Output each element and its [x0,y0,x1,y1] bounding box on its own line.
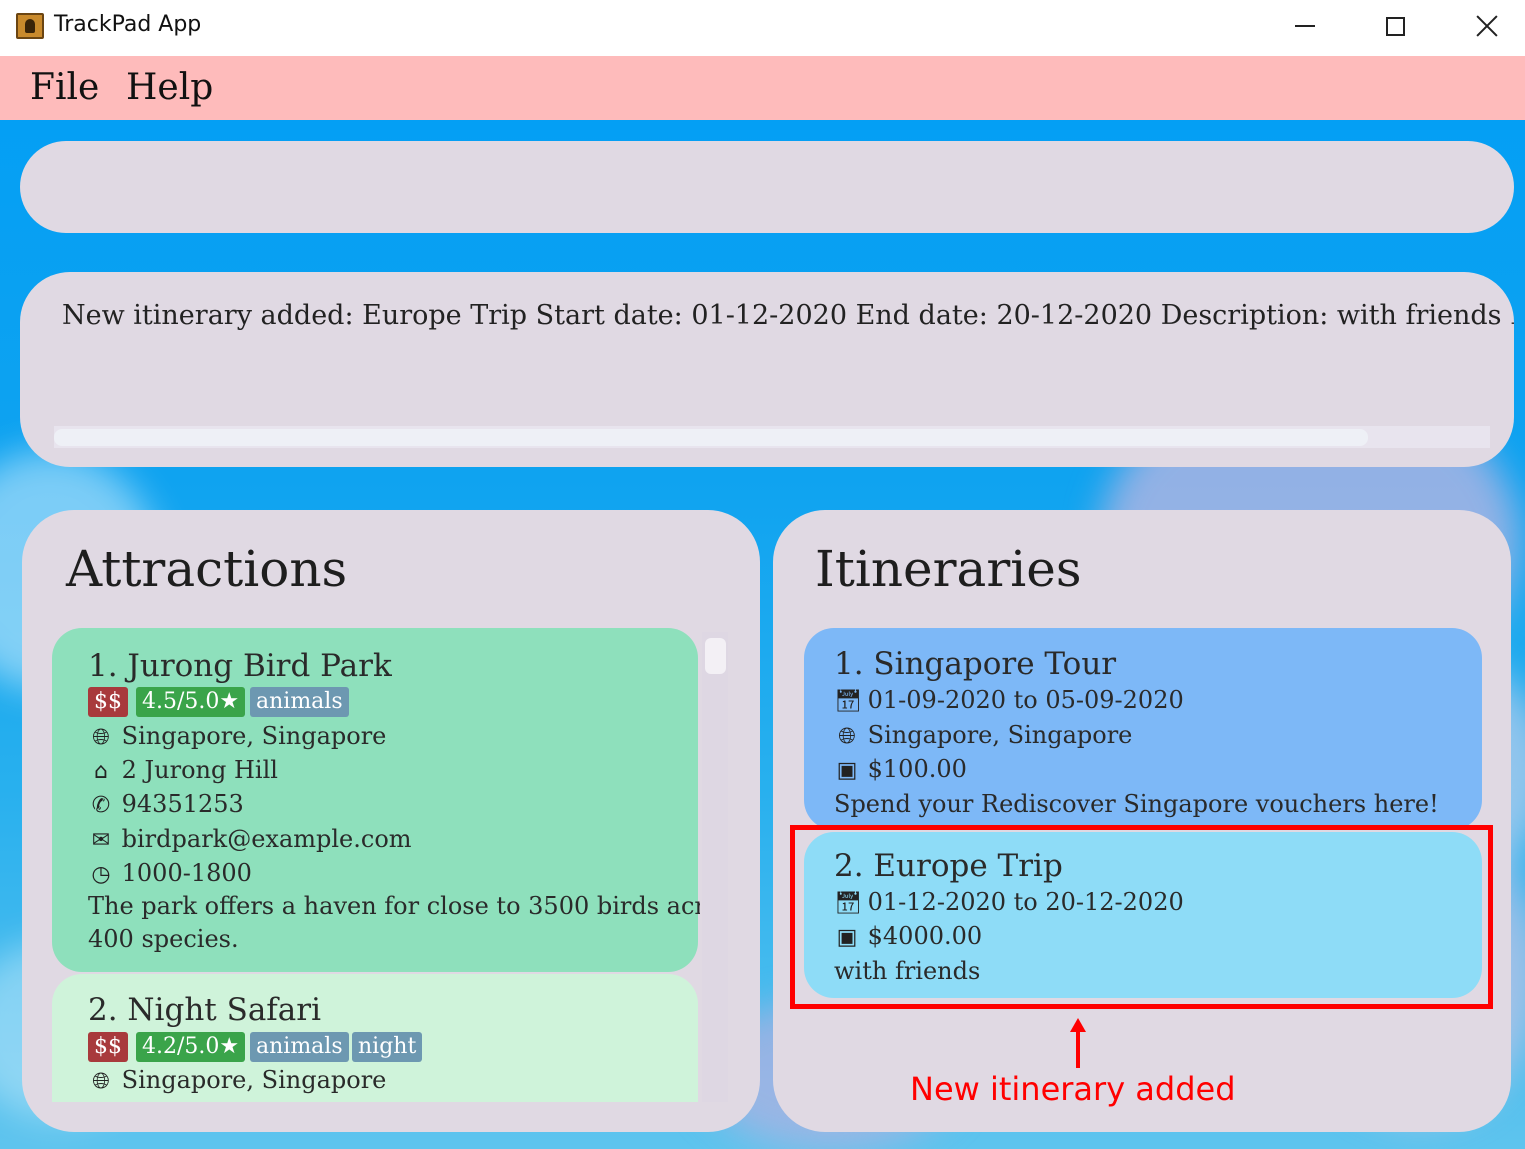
window-title: TrackPad App [54,12,202,37]
itinerary-dates: 📅︎ 01-09-2020 to 05-09-2020 [834,686,1184,714]
itinerary-card[interactable]: 1. Singapore Tour 📅︎ 01-09-2020 to 05-09… [804,628,1482,830]
attraction-phone: ✆ 94351253 [88,790,244,818]
attraction-address: ⌂ 2 Jurong Hill [88,756,278,784]
globe-icon: 🌐︎ [92,1069,110,1094]
annotation-label: New itinerary added [910,1070,1236,1108]
email-icon: ✉ [91,828,111,853]
close-button[interactable] [1457,6,1517,46]
money-icon: ▣ [836,758,858,783]
attraction-email: ✉ birdpark@example.com [88,825,412,853]
category-tag: night [352,1032,423,1062]
attractions-scrollbar[interactable] [702,632,728,1102]
phone-icon: ✆ [91,793,111,818]
attraction-description: The park offers a haven for close to 350… [88,892,700,920]
attraction-location: 🌐︎ Singapore, Singapore [88,1066,386,1094]
attractions-title: Attractions [66,540,348,598]
app-icon [16,13,44,39]
itinerary-description: Spend your Rediscover Singapore vouchers… [834,790,1439,818]
attraction-card[interactable]: 2. Night Safari $$ 4.2/5.0★ animals nigh… [52,974,698,1102]
attractions-scrollbar-thumb[interactable] [705,638,726,674]
clock-icon: ◷ [91,862,111,887]
attractions-list: 1. Jurong Bird Park $$ 4.5/5.0★ animals … [52,628,700,1102]
highlight-box [790,825,1493,1009]
category-tag: animals [250,1032,349,1062]
attraction-card[interactable]: 1. Jurong Bird Park $$ 4.5/5.0★ animals … [52,628,700,972]
annotation-arrow [1076,1030,1080,1068]
menu-file[interactable]: File [30,67,99,108]
price-tag: $$ [88,1032,128,1062]
attraction-title: 2. Night Safari [88,992,321,1028]
attraction-location: 🌐︎ Singapore, Singapore [88,722,386,750]
result-text: New itinerary added: Europe Trip Start d… [62,300,1514,331]
attraction-title: 1. Jurong Bird Park [88,648,392,684]
rating-tag: 4.5/5.0★ [136,687,246,717]
minimize-button[interactable] [1275,6,1335,46]
globe-icon: 🌐︎ [92,725,110,750]
maximize-button[interactable] [1365,6,1425,46]
attraction-hours: ◷ 1000-1800 [88,859,252,887]
close-icon [1476,15,1498,37]
result-display: New itinerary added: Europe Trip Start d… [20,272,1514,467]
menu-bar: File Help [0,56,1525,120]
calendar-icon: 📅︎ [834,689,862,714]
menu-help[interactable]: Help [126,67,213,108]
itineraries-title: Itineraries [815,540,1082,598]
attraction-description-cont: 400 species. [88,925,239,953]
itinerary-location: 🌐︎ Singapore, Singapore [834,721,1132,749]
rating-tag: 4.2/5.0★ [136,1032,246,1062]
title-bar: TrackPad App [0,0,1525,56]
maximize-icon [1385,16,1405,36]
minimize-icon [1295,25,1315,27]
globe-icon: 🌐︎ [838,724,856,749]
itinerary-title: 1. Singapore Tour [834,646,1117,682]
command-input[interactable] [20,141,1514,233]
home-icon: ⌂ [94,759,108,784]
itinerary-budget: ▣ $100.00 [834,755,967,783]
category-tag: animals [250,687,349,717]
price-tag: $$ [88,687,128,717]
result-scrollbar-thumb[interactable] [54,429,1368,446]
